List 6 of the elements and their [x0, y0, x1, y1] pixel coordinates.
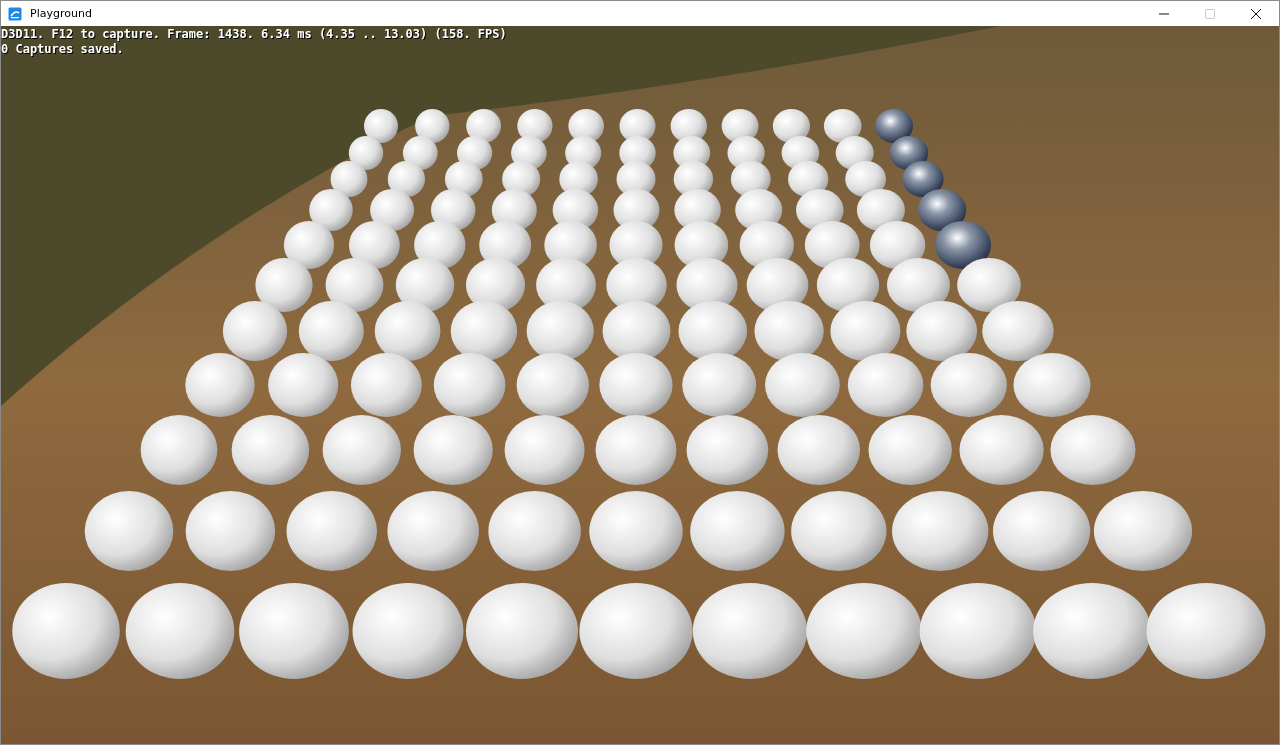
status-text: D3D11. F12 to capture. Frame: 1438. 6.34 ms (4.35 .. 13.03) (158. FPS)	[1, 27, 507, 42]
status-text: 0 Captures saved.	[1, 42, 125, 57]
app-icon	[8, 6, 22, 21]
window-title: Playground	[30, 7, 93, 20]
maximize-icon	[1205, 8, 1215, 19]
close-icon	[1251, 8, 1261, 19]
